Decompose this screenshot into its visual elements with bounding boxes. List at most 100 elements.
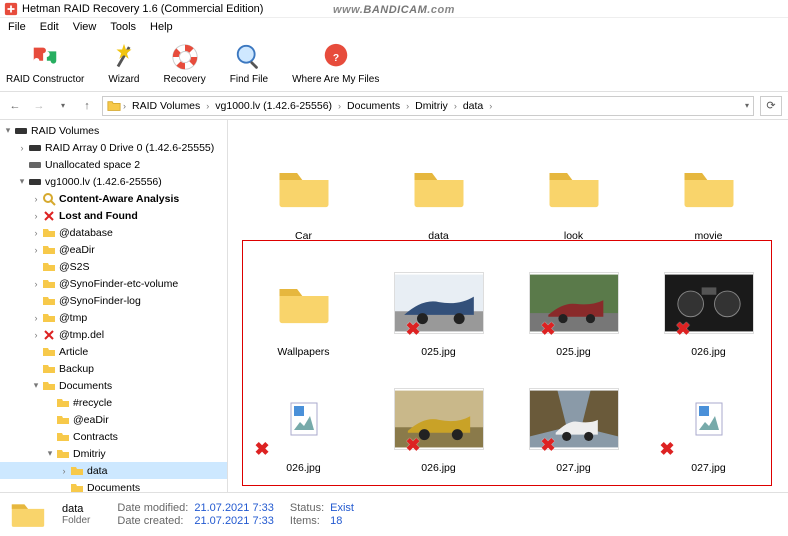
deleted-x-icon: ✖ xyxy=(406,319,421,340)
folder-wallpapers[interactable]: Wallpapers xyxy=(236,248,371,364)
breadcrumb-dropdown-icon[interactable]: ▾ xyxy=(745,101,749,110)
tree-tmpdel[interactable]: ›@tmp.del xyxy=(0,326,227,343)
folder-look[interactable]: look xyxy=(506,132,641,248)
folder-icon xyxy=(107,99,121,113)
file-026b[interactable]: ✖ 026.jpg xyxy=(236,364,371,480)
window-title: Hetman RAID Recovery 1.6 (Commercial Edi… xyxy=(22,3,263,15)
folder-data[interactable]: data xyxy=(371,132,506,248)
tree-documents2[interactable]: Documents xyxy=(0,479,227,492)
menu-edit[interactable]: Edit xyxy=(34,19,65,35)
folder-icon xyxy=(56,396,70,410)
folder-icon xyxy=(42,243,56,257)
forward-button[interactable]: → xyxy=(30,97,48,115)
question-icon: ? xyxy=(321,42,351,72)
crumb-2[interactable]: Documents xyxy=(343,100,404,112)
tree-synolog[interactable]: @SynoFinder-log xyxy=(0,292,227,309)
tree-content-aware[interactable]: ›Content-Aware Analysis xyxy=(0,190,227,207)
folder-tree[interactable]: ▾RAID Volumes ›RAID Array 0 Drive 0 (1.4… xyxy=(0,120,228,492)
back-button[interactable]: ← xyxy=(6,97,24,115)
folder-icon xyxy=(42,226,56,240)
tree-eadir[interactable]: ›@eaDir xyxy=(0,241,227,258)
x-icon xyxy=(42,209,56,223)
tree-s2s[interactable]: @S2S xyxy=(0,258,227,275)
tree-lost-found[interactable]: ›Lost and Found xyxy=(0,207,227,224)
folder-icon xyxy=(10,499,46,531)
wizard-button[interactable]: Wizard xyxy=(108,42,139,85)
file-025b[interactable]: ✖ 025.jpg xyxy=(506,248,641,364)
tree-vg[interactable]: ▾vg1000.lv (1.42.6-25556) xyxy=(0,173,227,190)
x-icon xyxy=(42,328,56,342)
tree-database[interactable]: ›@database xyxy=(0,224,227,241)
file-026c[interactable]: ✖ 026.jpg xyxy=(371,364,506,480)
deleted-x-icon: ✖ xyxy=(660,439,675,460)
titlebar: Hetman RAID Recovery 1.6 (Commercial Edi… xyxy=(0,0,788,18)
crumb-3[interactable]: Dmitriy xyxy=(411,100,452,112)
folder-icon xyxy=(42,379,56,393)
tree-unalloc[interactable]: Unallocated space 2 xyxy=(0,156,227,173)
status-modified: 21.07.2021 7:33 xyxy=(194,502,274,514)
wizard-label: Wizard xyxy=(108,74,139,85)
dropdown-nav[interactable]: ▾ xyxy=(54,97,72,115)
folder-icon xyxy=(42,260,56,274)
puzzle-icon xyxy=(30,42,60,72)
status-items-label: Items: xyxy=(290,515,324,527)
tree-eadir2[interactable]: @eaDir xyxy=(0,411,227,428)
tree-backup[interactable]: Backup xyxy=(0,360,227,377)
status-bar: data Folder Date modified: 21.07.2021 7:… xyxy=(0,492,788,536)
crumb-4[interactable]: data xyxy=(459,100,487,112)
find-file-label: Find File xyxy=(230,74,268,85)
folder-icon xyxy=(56,447,70,461)
file-025a[interactable]: ✖ 025.jpg xyxy=(371,248,506,364)
status-created-label: Date created: xyxy=(117,515,188,527)
tree-dmitriy[interactable]: ▾Dmitriy xyxy=(0,445,227,462)
recovery-button[interactable]: Recovery xyxy=(163,42,205,85)
drive-icon xyxy=(14,124,28,138)
folder-movie[interactable]: movie xyxy=(641,132,776,248)
crumb-0[interactable]: RAID Volumes xyxy=(128,100,204,112)
file-026a[interactable]: ✖ 026.jpg xyxy=(641,248,776,364)
tree-contracts[interactable]: Contracts xyxy=(0,428,227,445)
find-file-button[interactable]: Find File xyxy=(230,42,268,85)
folder-car[interactable]: Car xyxy=(236,132,371,248)
drive-icon xyxy=(28,175,42,189)
file-027b[interactable]: ✖ 027.jpg xyxy=(641,364,776,480)
wand-icon xyxy=(109,42,139,72)
status-modified-label: Date modified: xyxy=(117,502,188,514)
tree-array0[interactable]: ›RAID Array 0 Drive 0 (1.42.6-25555) xyxy=(0,139,227,156)
status-type: Folder xyxy=(62,515,101,526)
menu-view[interactable]: View xyxy=(67,19,103,35)
breadcrumb[interactable]: › RAID Volumes› vg1000.lv (1.42.6-25556)… xyxy=(102,96,754,116)
lifebuoy-icon xyxy=(170,42,200,72)
raid-constructor-button[interactable]: RAID Constructor xyxy=(6,42,84,85)
menu-help[interactable]: Help xyxy=(144,19,179,35)
deleted-x-icon: ✖ xyxy=(541,319,556,340)
folder-open-icon xyxy=(70,464,84,478)
up-button[interactable]: ↑ xyxy=(78,97,96,115)
nav-bar: ← → ▾ ↑ › RAID Volumes› vg1000.lv (1.42.… xyxy=(0,92,788,120)
folder-icon xyxy=(42,311,56,325)
tree-article[interactable]: Article xyxy=(0,343,227,360)
deleted-x-icon: ✖ xyxy=(541,435,556,456)
tree-recycle[interactable]: #recycle xyxy=(0,394,227,411)
deleted-x-icon: ✖ xyxy=(406,435,421,456)
crumb-1[interactable]: vg1000.lv (1.42.6-25556) xyxy=(211,100,336,112)
file-027a[interactable]: ✖ 027.jpg xyxy=(506,364,641,480)
where-files-label: Where Are My Files xyxy=(292,74,379,85)
work-area: ▾RAID Volumes ›RAID Array 0 Drive 0 (1.4… xyxy=(0,120,788,492)
folder-icon xyxy=(42,277,56,291)
tree-data[interactable]: ›data xyxy=(0,462,227,479)
tree-synofinder[interactable]: ›@SynoFinder-etc-volume xyxy=(0,275,227,292)
raid-constructor-label: RAID Constructor xyxy=(6,74,84,85)
tree-root[interactable]: ▾RAID Volumes xyxy=(0,122,227,139)
menu-file[interactable]: File xyxy=(2,19,32,35)
content-pane[interactable]: Car data look movie Wallpapers xyxy=(228,120,788,492)
tree-tmp[interactable]: ›@tmp xyxy=(0,309,227,326)
status-status: Exist xyxy=(330,502,354,514)
recovery-label: Recovery xyxy=(163,74,205,85)
app-icon xyxy=(4,2,18,16)
where-files-button[interactable]: ? Where Are My Files xyxy=(292,42,379,85)
refresh-button[interactable]: ⟳ xyxy=(760,96,782,116)
menu-tools[interactable]: Tools xyxy=(104,19,142,35)
magnifier-icon xyxy=(234,42,264,72)
tree-documents[interactable]: ▾Documents xyxy=(0,377,227,394)
